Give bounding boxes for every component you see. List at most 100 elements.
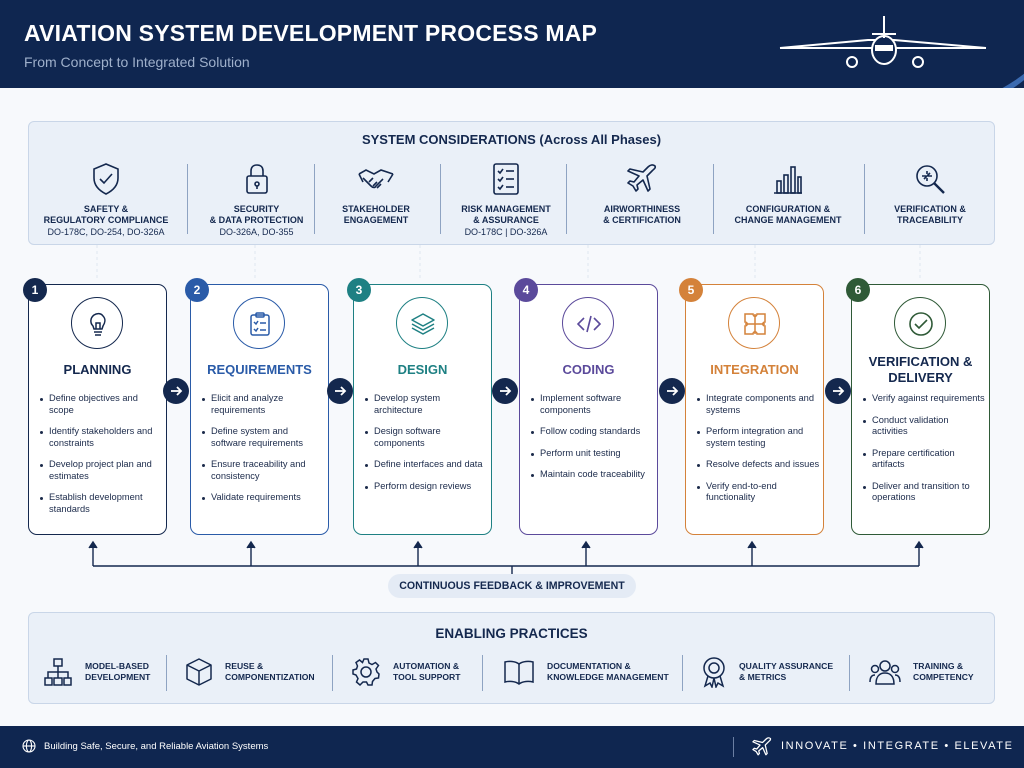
divider — [482, 655, 483, 691]
practice-label: MODEL-BASED — [85, 661, 149, 671]
phase-card-planning: PLANNING Define objectives and scope Ide… — [28, 284, 167, 535]
phase-icon-circle — [233, 297, 285, 349]
practice-training: TRAINING & COMPETENCY — [869, 655, 974, 689]
consideration-label: SECURITY — [233, 204, 280, 214]
shield-check-icon — [93, 163, 119, 195]
phase-task-list: Elicit and analyze requirements Define s… — [201, 393, 325, 514]
consideration-label: CHANGE MANAGEMENT — [734, 215, 842, 225]
footer-tagline: Building Safe, Secure, and Reliable Avia… — [44, 741, 269, 752]
phase-card-verification-delivery: VERIFICATION & DELIVERY Verify against r… — [851, 284, 990, 535]
phase-task: Define interfaces and data — [364, 459, 488, 471]
system-considerations-panel: SYSTEM CONSIDERATIONS (Across All Phases… — [28, 121, 995, 245]
globe-icon — [22, 739, 36, 753]
award-icon — [703, 657, 725, 688]
practice-label: & METRICS — [739, 672, 787, 682]
phase-icon-circle — [894, 297, 946, 349]
phase-task: Define system and software requirements — [201, 426, 325, 449]
phase-task: Validate requirements — [201, 492, 325, 504]
divider — [332, 655, 333, 691]
divider — [166, 655, 167, 691]
practice-model-based: MODEL-BASED DEVELOPMENT — [43, 655, 150, 689]
consideration-standards: DO-178C, DO-254, DO-326A — [47, 227, 165, 237]
phase-task-list: Develop system architecture Design softw… — [364, 393, 488, 502]
phase-task: Develop project plan and estimates — [39, 459, 163, 482]
phase-task: Establish development standards — [39, 492, 163, 515]
practice-quality: QUALITY ASSURANCE & METRICS — [701, 655, 833, 689]
checklist-icon — [493, 163, 519, 195]
phase-number-badge: 2 — [185, 278, 209, 302]
arrow-right-icon — [833, 386, 845, 396]
lightbulb-icon — [90, 312, 106, 336]
phase-task: Prepare certification artifacts — [862, 448, 986, 471]
consideration-security: SECURITY & DATA PROTECTION DO-326A, DO-3… — [199, 162, 314, 238]
divider — [713, 164, 714, 234]
enabling-practices-panel: ENABLING PRACTICES MODEL-BASED DEVELOPMEN… — [28, 612, 995, 704]
arrow-right-icon — [171, 386, 183, 396]
phase-title: PLANNING — [63, 362, 132, 377]
next-phase-arrow — [825, 378, 851, 404]
divider — [733, 737, 734, 757]
practice-documentation: DOCUMENTATION & KNOWLEDGE MANAGEMENT — [503, 655, 669, 689]
phase-task: Verify end-to-end functionality — [696, 481, 820, 504]
phase-task: Follow coding standards — [530, 426, 654, 438]
phase-card-design: DESIGN Develop system architecture Desig… — [353, 284, 492, 535]
phase-task: Define objectives and scope — [39, 393, 163, 416]
people-icon — [869, 660, 901, 685]
divider — [440, 164, 441, 234]
phase-card-requirements: REQUIREMENTS Elicit and analyze requirem… — [190, 284, 329, 535]
code-icon — [576, 315, 602, 333]
consideration-standards: DO-178C | DO-326A — [464, 227, 548, 237]
consideration-label: AIRWORTHINESS — [603, 204, 681, 214]
phase-task: Deliver and transition to operations — [862, 481, 986, 504]
phase-task-list: Implement software components Follow cod… — [530, 393, 654, 491]
phase-number-badge: 6 — [846, 278, 870, 302]
divider — [187, 164, 188, 234]
hierarchy-icon — [44, 658, 72, 686]
phase-task: Design software components — [364, 426, 488, 449]
phase-icon-circle — [396, 297, 448, 349]
feedback-label: CONTINUOUS FEEDBACK & IMPROVEMENT — [388, 574, 636, 598]
consideration-safety: SAFETY & REGULATORY COMPLIANCE DO-178C, … — [41, 162, 171, 238]
consideration-label: ENGAGEMENT — [343, 215, 409, 225]
phase-number-badge: 4 — [514, 278, 538, 302]
phase-title: CODING — [562, 362, 615, 377]
phase-task: Ensure traceability and consistency — [201, 459, 325, 482]
phase-card-coding: CODING Implement software components Fol… — [519, 284, 658, 535]
consideration-label: STAKEHOLDER — [342, 204, 410, 214]
phase-icon-circle — [728, 297, 780, 349]
phase-task: Develop system architecture — [364, 393, 488, 416]
practice-label: TOOL SUPPORT — [393, 672, 461, 682]
gear-icon — [352, 658, 380, 687]
phase-task: Identify stakeholders and constraints — [39, 426, 163, 449]
phase-task: Implement software components — [530, 393, 654, 416]
divider — [566, 164, 567, 234]
phase-card-integration: INTEGRATION Integrate components and sys… — [685, 284, 824, 535]
enabling-practices-title: ENABLING PRACTICES — [435, 626, 588, 641]
phase-task: Maintain code traceability — [530, 469, 654, 481]
divider — [849, 655, 850, 691]
divider — [864, 164, 865, 234]
airplane-icon — [627, 164, 657, 192]
puzzle-icon — [744, 313, 766, 335]
bar-chart-icon — [774, 166, 802, 194]
practice-label: KNOWLEDGE MANAGEMENT — [547, 672, 669, 682]
consideration-label: & ASSURANCE — [473, 215, 539, 225]
phase-title: INTEGRATION — [710, 362, 799, 377]
phase-number-badge: 3 — [347, 278, 371, 302]
practice-reuse: REUSE & COMPONENTIZATION — [185, 655, 315, 689]
divider — [314, 164, 315, 234]
consideration-standards: DO-326A, DO-355 — [219, 227, 294, 237]
divider — [682, 655, 683, 691]
arrow-right-icon — [500, 386, 512, 396]
practice-label: DEVELOPMENT — [85, 672, 151, 682]
check-circle-icon — [909, 312, 933, 336]
phase-task: Conduct validation activities — [862, 415, 986, 438]
book-icon — [504, 660, 534, 685]
phase-task: Perform unit testing — [530, 448, 654, 460]
practice-label: TRAINING & — [913, 661, 964, 671]
consideration-stakeholder: STAKEHOLDER ENGAGEMENT — [321, 162, 431, 226]
consideration-label: & CERTIFICATION — [603, 215, 681, 225]
consideration-label: SAFETY & — [83, 204, 129, 214]
padlock-icon — [245, 164, 268, 194]
consideration-risk: RISK MANAGEMENT & ASSURANCE DO-178C | DO… — [447, 162, 565, 238]
